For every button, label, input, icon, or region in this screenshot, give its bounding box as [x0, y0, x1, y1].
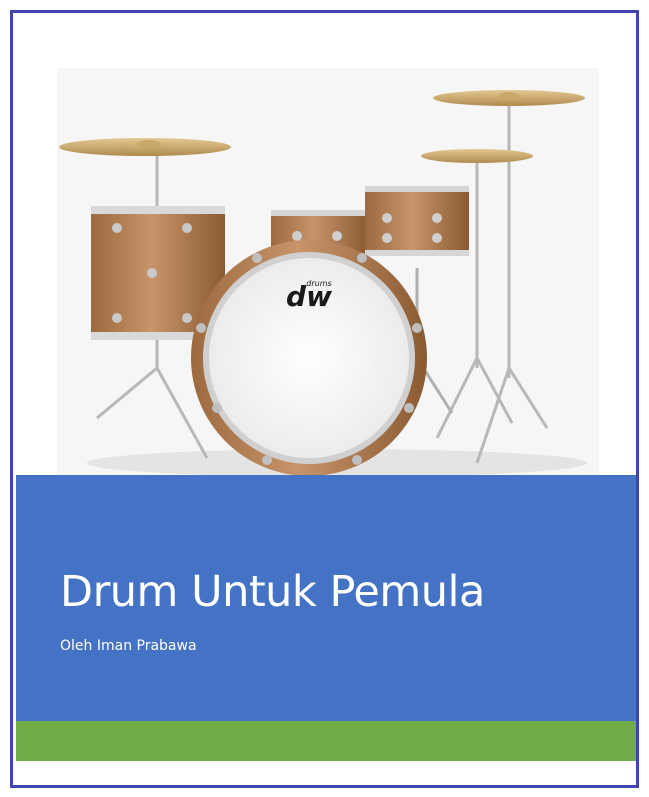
svg-text:drums: drums: [306, 279, 331, 288]
cover-title: Drum Untuk Pemula: [60, 567, 485, 617]
cover-author: Oleh Iman Prabawa: [60, 638, 197, 654]
accent-band: [16, 721, 636, 761]
drum-kit-photo: dw drums: [57, 68, 599, 480]
cover-page: dw drums Drum Untuk Pemula Oleh Iman Pra…: [10, 10, 639, 788]
title-band: Drum Untuk Pemula Oleh Iman Prabawa: [16, 475, 636, 725]
